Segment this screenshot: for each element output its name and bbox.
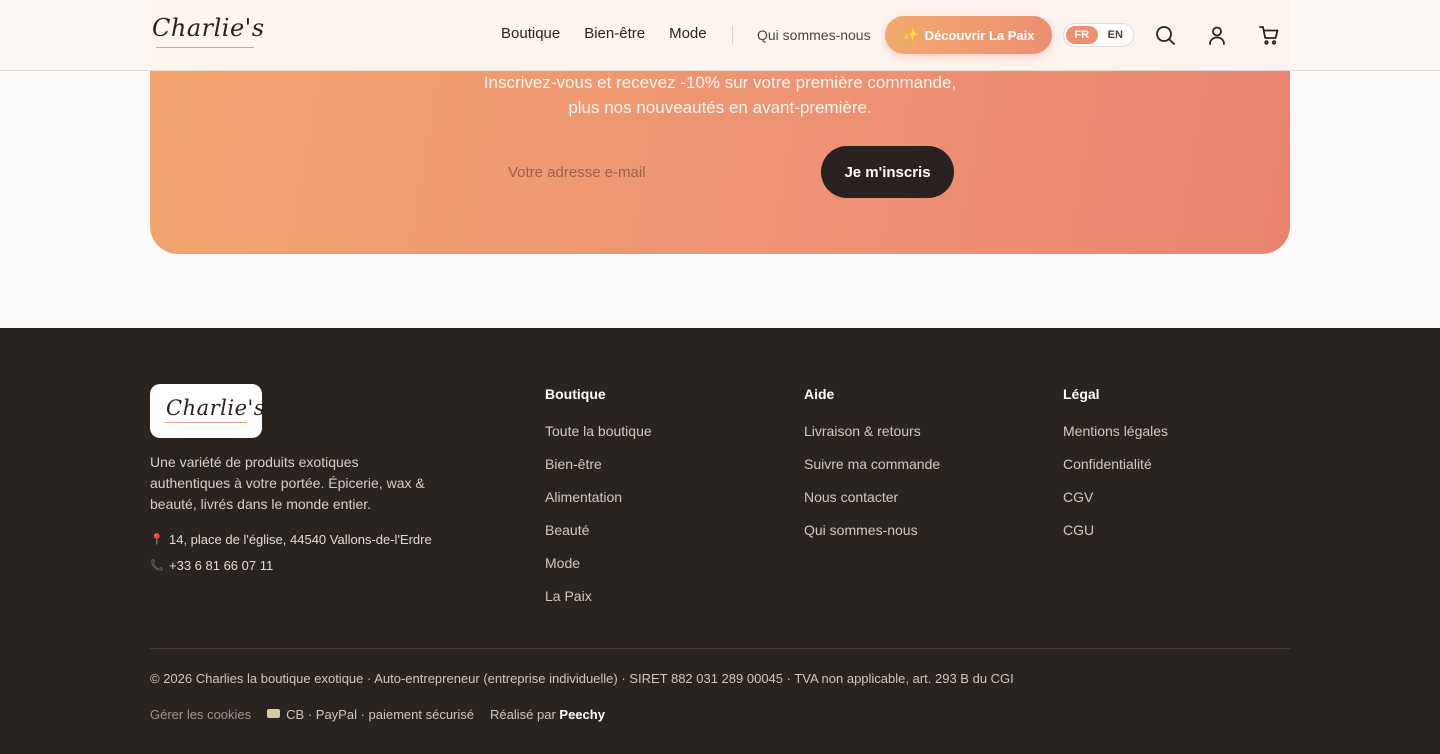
logo-underline — [156, 47, 254, 48]
footer-phone[interactable]: 📞 +33 6 81 66 07 11 — [150, 558, 273, 573]
footer-link[interactable]: CGU — [1063, 522, 1168, 555]
payment-text: CB · PayPal · paiement sécurisé — [286, 707, 475, 722]
newsletter-text: Inscrivez-vous et recevez -10% sur votre… — [150, 70, 1290, 120]
nav-item-about[interactable]: Qui sommes-nous — [757, 27, 871, 43]
footer-column-boutique: Boutique Toute la boutique Bien-être Ali… — [545, 386, 652, 621]
lang-option-en[interactable]: EN — [1100, 26, 1132, 44]
location-pin-icon: 📍 — [150, 534, 164, 546]
nav-item-bien-etre[interactable]: Bien-être — [584, 25, 645, 42]
footer-legal-line: © 2026 Charlies la boutique exotique · A… — [150, 671, 1014, 686]
newsletter-email-input[interactable] — [486, 146, 786, 198]
footer-column-title: Légal — [1063, 386, 1100, 402]
footer-link[interactable]: Qui sommes-nous — [804, 522, 940, 555]
footer-logo-text: Charlie's — [166, 396, 266, 420]
cart-icon[interactable] — [1258, 24, 1280, 46]
footer-column-aide: Aide Livraison & retours Suivre ma comma… — [804, 386, 940, 555]
footer-link[interactable]: La Paix — [545, 588, 652, 621]
footer-link[interactable]: Suivre ma commande — [804, 456, 940, 489]
footer-divider — [150, 648, 1290, 649]
newsletter-form: Je m'inscris — [150, 146, 1290, 198]
nav-divider — [732, 26, 733, 44]
footer-link[interactable]: CGV — [1063, 489, 1168, 522]
lang-option-fr[interactable]: FR — [1066, 26, 1098, 44]
newsletter-subscribe-button[interactable]: Je m'inscris — [821, 146, 954, 198]
made-by: Réalisé par Peechy — [490, 707, 605, 722]
peechy-link[interactable]: Peechy — [559, 707, 605, 722]
site-footer: Charlie's Une variété de produits exotiq… — [0, 328, 1440, 754]
footer-logo-underline — [165, 422, 247, 423]
footer-link[interactable]: Livraison & retours — [804, 423, 940, 456]
footer-address-text: 14, place de l'église, 44540 Vallons-de-… — [169, 532, 432, 547]
language-switcher: FR EN — [1063, 23, 1134, 47]
footer-logo[interactable]: Charlie's — [150, 384, 266, 438]
footer-link[interactable]: Nous contacter — [804, 489, 940, 522]
logo-text: Charlie's — [152, 14, 265, 42]
footer-phone-text: +33 6 81 66 07 11 — [169, 558, 274, 573]
footer-description: Une variété de produits exotiques authen… — [150, 454, 425, 512]
footer-link[interactable]: Confidentialité — [1063, 456, 1168, 489]
footer-link[interactable]: Bien-être — [545, 456, 652, 489]
nav-item-mode[interactable]: Mode — [669, 25, 707, 42]
user-icon[interactable] — [1206, 24, 1228, 46]
payment-info: CB · PayPal · paiement sécurisé — [267, 707, 474, 722]
manage-cookies-link[interactable]: Gérer les cookies — [150, 707, 251, 722]
footer-link[interactable]: Beauté — [545, 522, 652, 555]
footer-link[interactable]: Mentions légales — [1063, 423, 1168, 456]
footer-column-title: Boutique — [545, 386, 606, 402]
credit-card-icon — [267, 709, 281, 718]
main-nav: Boutique Bien-être Mode — [501, 25, 707, 42]
nav-item-boutique[interactable]: Boutique — [501, 25, 560, 42]
site-header: Charlie's Boutique Bien-être Mode Qui so… — [0, 0, 1440, 71]
search-icon[interactable] — [1154, 24, 1176, 46]
site-logo[interactable]: Charlie's — [152, 14, 264, 54]
footer-link[interactable]: Mode — [545, 555, 652, 588]
footer-address: 📍 14, place de l'église, 44540 Vallons-d… — [150, 532, 432, 547]
made-by-prefix: Réalisé par — [490, 707, 556, 722]
footer-column-title: Aide — [804, 386, 835, 402]
footer-link[interactable]: Toute la boutique — [545, 423, 652, 456]
footer-link[interactable]: Alimentation — [545, 489, 652, 522]
phone-icon: 📞 — [150, 560, 164, 572]
sparkle-icon: ✨ — [902, 27, 919, 42]
footer-column-legal: Légal Mentions légales Confidentialité C… — [1063, 386, 1168, 555]
newsletter-text-line1: Inscrivez-vous et recevez -10% sur votre… — [483, 73, 957, 92]
newsletter-text-line2: plus nos nouveautés en avant-première. — [568, 98, 872, 117]
discover-la-paix-button[interactable]: ✨ Découvrir La Paix — [885, 16, 1052, 54]
cta-label: Découvrir La Paix — [924, 27, 1035, 43]
footer-bottom-bar: Gérer les cookies CB · PayPal · paiement… — [150, 707, 605, 722]
